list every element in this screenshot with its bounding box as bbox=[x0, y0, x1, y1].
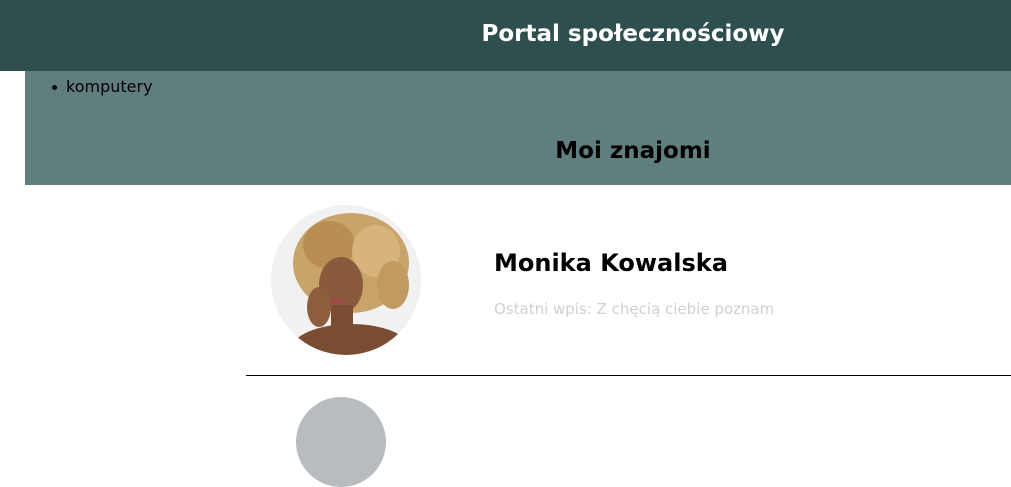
sidebar-item-computers[interactable]: komputery bbox=[50, 76, 153, 98]
friend-avatar[interactable] bbox=[271, 205, 421, 355]
section-title: Moi znajomi bbox=[555, 138, 711, 164]
section-banner bbox=[25, 71, 1011, 185]
last-post-label: Ostatni wpis: bbox=[494, 300, 597, 318]
friend-name[interactable]: Monika Kowalska bbox=[494, 249, 728, 277]
friend-card[interactable]: Monika Kowalska Ostatni wpis: Z chęcią c… bbox=[246, 185, 1011, 376]
next-friend-avatar[interactable] bbox=[296, 397, 386, 487]
friend-last-post: Ostatni wpis: Z chęcią ciebie poznam bbox=[494, 300, 774, 318]
avatar-image bbox=[271, 205, 421, 355]
top-header: Portal społecznościowy bbox=[0, 0, 1011, 71]
last-post-text: Z chęcią ciebie poznam bbox=[596, 300, 775, 318]
site-title: Portal społecznościowy bbox=[481, 21, 785, 47]
